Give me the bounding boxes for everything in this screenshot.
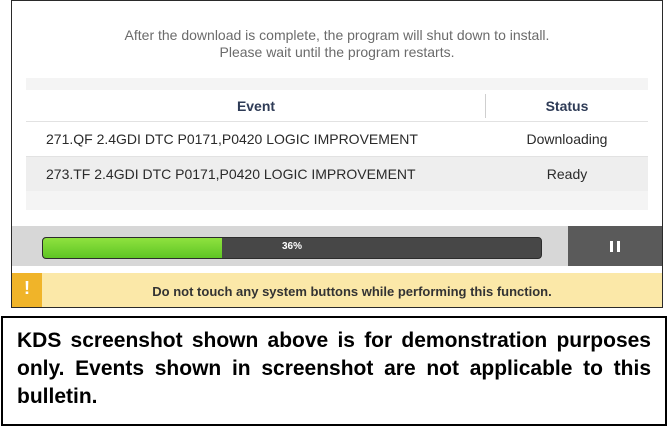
progress-percent: 36% bbox=[281, 241, 302, 252]
progress-bar: 36% bbox=[42, 237, 542, 259]
status-cell: Ready bbox=[546, 166, 588, 182]
table-header: Event Status bbox=[26, 90, 648, 122]
warning-text: Do not touch any system buttons while pe… bbox=[152, 284, 552, 299]
event-cell: 271.QF 2.4GDI DTC P0171,P0420 LOGIC IMPR… bbox=[46, 131, 418, 147]
disclaimer-note: KDS screenshot shown above is for demons… bbox=[1, 316, 667, 426]
event-panel: Event Status 271.QF 2.4GDI DTC P0171,P04… bbox=[26, 78, 648, 210]
event-cell: 273.TF 2.4GDI DTC P0171,P0420 LOGIC IMPR… bbox=[46, 166, 416, 182]
table-row[interactable]: 271.QF 2.4GDI DTC P0171,P0420 LOGIC IMPR… bbox=[26, 122, 648, 157]
status-cell: Downloading bbox=[526, 131, 608, 147]
progress-area: 36% bbox=[12, 226, 662, 266]
warning-banner: ! Do not touch any system buttons while … bbox=[12, 273, 662, 307]
download-message-line1: After the download is complete, the prog… bbox=[124, 27, 550, 43]
download-message-line2: Please wait until the program restarts. bbox=[219, 44, 455, 60]
table-row[interactable]: 273.TF 2.4GDI DTC P0171,P0420 LOGIC IMPR… bbox=[26, 157, 648, 191]
pause-button[interactable] bbox=[568, 226, 662, 266]
pause-icon bbox=[610, 240, 613, 252]
download-message: After the download is complete, the prog… bbox=[12, 1, 662, 77]
warning-icon: ! bbox=[12, 273, 42, 307]
kds-dialog: After the download is complete, the prog… bbox=[11, 0, 663, 308]
pause-icon bbox=[617, 240, 620, 252]
column-header-event: Event bbox=[236, 98, 276, 114]
event-table: Event Status 271.QF 2.4GDI DTC P0171,P04… bbox=[26, 90, 648, 191]
column-header-status: Status bbox=[545, 98, 589, 114]
